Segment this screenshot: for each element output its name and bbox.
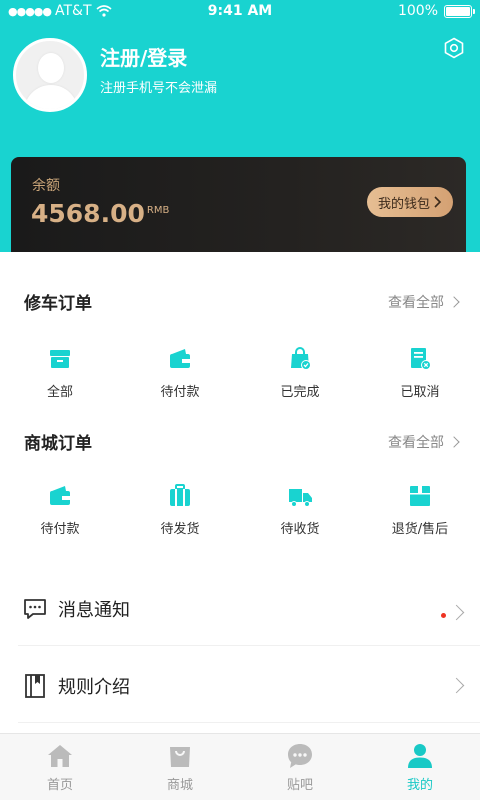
return-box-icon bbox=[410, 486, 430, 506]
box-icon bbox=[50, 350, 70, 368]
my-wallet-button[interactable]: 我的钱包 bbox=[367, 187, 453, 217]
wallet-card: 余额 4568.00 RMB 我的钱包 bbox=[11, 157, 466, 252]
wallet-icon bbox=[170, 349, 190, 368]
mall-orders-grid: 待付款 待发货 待收货 退货/售后 bbox=[0, 483, 480, 537]
bag-check-icon bbox=[291, 347, 311, 370]
repair-orders-view-all[interactable]: 查看全部 bbox=[388, 292, 460, 312]
message-icon bbox=[24, 599, 46, 619]
unread-badge bbox=[441, 613, 446, 618]
settings-icon[interactable] bbox=[443, 37, 465, 59]
repair-order-completed[interactable]: 已完成 bbox=[240, 346, 360, 400]
chevron-right-icon bbox=[434, 196, 442, 208]
repair-order-all[interactable]: 全部 bbox=[0, 346, 120, 400]
book-icon bbox=[25, 674, 45, 698]
mall-orders-title: 商城订单 bbox=[24, 434, 92, 454]
avatar-head-icon bbox=[38, 53, 64, 83]
bottom-tab-bar: 首页 商城 贴吧 我的 bbox=[0, 733, 480, 800]
rules-intro-label: 规则介绍 bbox=[58, 677, 130, 698]
balance-unit: RMB bbox=[146, 205, 170, 216]
view-all-label: 查看全部 bbox=[388, 435, 444, 451]
chevron-right-icon bbox=[448, 677, 465, 694]
tab-label: 首页 bbox=[46, 778, 73, 793]
repair-orders-title: 修车订单 bbox=[24, 294, 92, 314]
mall-orders-view-all[interactable]: 查看全部 bbox=[388, 432, 460, 452]
status-bar: ●●●●● AT&T 9:41 AM 100% bbox=[0, 0, 480, 24]
grid-label: 待付款 bbox=[40, 522, 80, 537]
tab-mall[interactable]: 商城 bbox=[120, 734, 240, 800]
grid-label: 已取消 bbox=[400, 385, 440, 400]
repair-orders-grid: 全部 待付款 已完成 已取消 bbox=[0, 346, 480, 400]
grid-label: 全部 bbox=[46, 385, 73, 400]
view-all-label: 查看全部 bbox=[388, 295, 444, 311]
rules-intro-row[interactable]: 规则介绍 bbox=[0, 647, 480, 725]
balance-label: 余额 bbox=[32, 178, 60, 194]
tab-label: 贴吧 bbox=[286, 778, 313, 793]
orders-panel: 修车订单 查看全部 全部 待付款 已完成 已取消 商城订单 查看全部 待付款 待… bbox=[0, 252, 480, 730]
mall-order-pending-shipment[interactable]: 待发货 bbox=[120, 483, 240, 537]
repair-order-pending-payment[interactable]: 待付款 bbox=[120, 346, 240, 400]
my-wallet-label: 我的钱包 bbox=[377, 196, 430, 212]
mall-order-pending-receipt[interactable]: 待收货 bbox=[240, 483, 360, 537]
battery-percent: 100% bbox=[397, 3, 438, 19]
login-register-link[interactable]: 注册/登录 bbox=[100, 42, 187, 71]
grid-label: 待发货 bbox=[160, 522, 200, 537]
tab-mine[interactable]: 我的 bbox=[360, 734, 480, 800]
battery-icon bbox=[444, 4, 475, 18]
grid-label: 退货/售后 bbox=[391, 522, 449, 537]
mall-order-pending-payment[interactable]: 待付款 bbox=[0, 483, 120, 537]
grid-label: 已完成 bbox=[280, 385, 320, 400]
profile-subtitle: 注册手机号不会泄漏 bbox=[100, 81, 218, 96]
divider bbox=[18, 722, 480, 723]
wallet-icon bbox=[50, 486, 70, 505]
tab-label: 商城 bbox=[166, 778, 193, 793]
tab-forum[interactable]: 贴吧 bbox=[240, 734, 360, 800]
balance-amount: 4568.00 bbox=[31, 199, 145, 228]
tab-home[interactable]: 首页 bbox=[0, 734, 120, 800]
shopping-bag-icon bbox=[170, 747, 190, 767]
grid-label: 待收货 bbox=[280, 522, 320, 537]
message-notifications-label: 消息通知 bbox=[58, 600, 130, 621]
divider bbox=[18, 645, 480, 646]
suitcase-icon bbox=[170, 484, 190, 506]
grid-label: 待付款 bbox=[160, 385, 200, 400]
profile-header: ●●●●● AT&T 9:41 AM 100% 注册/登录 注册手机号不会泄漏 … bbox=[0, 0, 480, 252]
avatar[interactable] bbox=[13, 38, 87, 112]
truck-icon bbox=[289, 489, 312, 507]
repair-order-cancelled[interactable]: 已取消 bbox=[360, 346, 480, 400]
mall-order-return-aftersale[interactable]: 退货/售后 bbox=[360, 483, 480, 537]
profile-icon bbox=[408, 744, 432, 768]
home-icon bbox=[48, 745, 72, 767]
chevron-right-icon bbox=[448, 604, 465, 621]
tab-label: 我的 bbox=[406, 778, 433, 793]
chevron-right-icon bbox=[448, 296, 460, 308]
receipt-cancel-icon bbox=[411, 348, 431, 370]
avatar-body-icon bbox=[24, 85, 78, 109]
chat-bubble-icon bbox=[288, 744, 312, 768]
chevron-right-icon bbox=[448, 436, 460, 448]
message-notifications-row[interactable]: 消息通知 bbox=[0, 570, 480, 648]
